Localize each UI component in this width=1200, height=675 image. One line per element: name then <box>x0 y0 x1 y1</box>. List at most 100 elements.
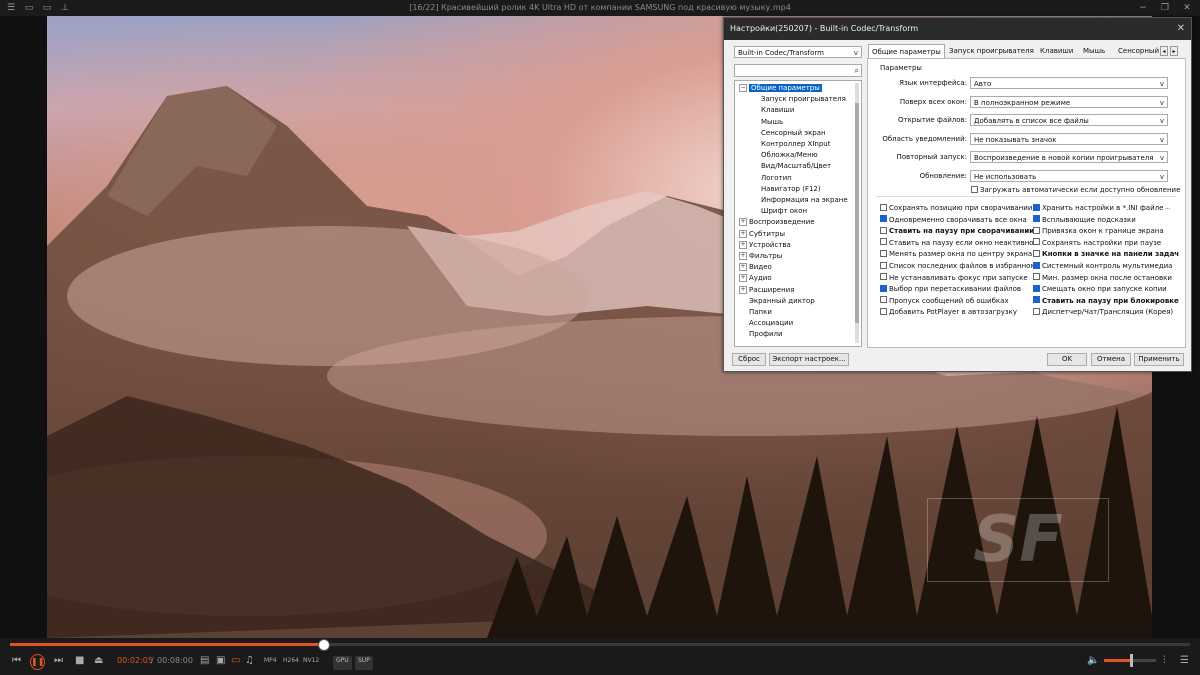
tab-touch[interactable]: Сенсорный <box>1115 44 1162 58</box>
option-checkbox[interactable]: Не устанавливать фокус при запуске <box>880 273 1028 283</box>
tree-item[interactable]: Запуск проигрывателя <box>761 94 846 105</box>
volume-icon[interactable]: 🔈 <box>1087 654 1099 668</box>
expand-icon[interactable]: + <box>739 285 747 294</box>
field-select[interactable]: Не использовать v <box>970 170 1168 182</box>
sup-badge[interactable]: SUP <box>355 656 373 670</box>
tree-item[interactable]: + Аудио <box>739 273 772 284</box>
tree-item[interactable]: Логотип <box>761 173 792 184</box>
tree-item[interactable]: Экранный диктор <box>739 296 815 307</box>
checkbox-box[interactable] <box>880 284 887 292</box>
option-checkbox[interactable]: Добавить PotPlayer в автозагрузку <box>880 307 1017 317</box>
checkbox-box[interactable] <box>1033 273 1040 281</box>
tree-scrollbar[interactable] <box>855 83 859 343</box>
expand-icon[interactable]: + <box>739 263 747 272</box>
field-select[interactable]: В полноэкранном режиме v <box>970 95 1168 108</box>
checkbox-box[interactable] <box>880 296 887 304</box>
minimize-icon[interactable]: − <box>1138 3 1148 13</box>
option-checkbox[interactable]: Ставить на паузу при блокировке <box>1033 296 1179 306</box>
tree-item[interactable]: + Воспроизведение <box>739 217 815 228</box>
subtitle-icon[interactable]: ▭ <box>231 654 240 668</box>
tab-keys[interactable]: Клавиши <box>1037 44 1076 58</box>
export-settings-button[interactable]: Экспорт настроек... <box>769 353 849 366</box>
tab-mouse[interactable]: Мышь <box>1080 44 1108 58</box>
checkbox-box[interactable] <box>1033 307 1040 315</box>
checkbox-box[interactable] <box>1033 284 1040 292</box>
tree-item[interactable]: − Общие параметры <box>739 83 822 94</box>
checkbox-box[interactable] <box>880 238 887 246</box>
checkbox-box[interactable] <box>880 249 887 257</box>
next-icon[interactable]: ⏭ <box>54 654 63 668</box>
option-checkbox[interactable]: Ставить на паузу если окно неактивно <box>880 238 1034 248</box>
3d-icon[interactable]: ▣ <box>216 654 225 668</box>
checkbox-box[interactable] <box>880 261 887 269</box>
dialog-close-icon[interactable]: ✕ <box>1177 18 1185 40</box>
expand-icon[interactable]: + <box>739 229 747 238</box>
tree-item[interactable]: + Расширения <box>739 285 794 296</box>
restore-icon[interactable]: ❐ <box>1160 3 1170 13</box>
close-icon[interactable]: ✕ <box>1182 3 1192 13</box>
checkbox-box[interactable] <box>1033 215 1040 223</box>
option-checkbox[interactable]: Сохранять настройки при паузе <box>1033 238 1161 248</box>
field-select[interactable]: Не показывать значок v <box>970 132 1168 145</box>
tree-item[interactable]: + Субтитры <box>739 229 785 240</box>
tab-player-launch[interactable]: Запуск проигрывателя <box>946 44 1037 58</box>
settings-menu-icon[interactable]: ☰ <box>1180 654 1189 668</box>
tree-item[interactable]: Мышь <box>761 117 783 128</box>
gpu-badge[interactable]: GPU <box>333 656 352 670</box>
field-select[interactable]: Авто v <box>970 77 1168 89</box>
expand-icon[interactable]: + <box>739 218 747 227</box>
tree-item[interactable]: Шрифт окон <box>761 206 807 217</box>
equalizer-icon[interactable]: ⫶ <box>1163 654 1166 668</box>
checkbox-box[interactable] <box>880 203 887 211</box>
option-checkbox[interactable]: Одновременно сворачивать все окна <box>880 215 1027 225</box>
checkbox-box[interactable] <box>880 226 887 234</box>
checkbox-box[interactable] <box>1033 203 1040 211</box>
tree-item[interactable]: Клавиши <box>761 105 794 116</box>
option-checkbox[interactable]: Всплывающие подсказки <box>1033 215 1136 225</box>
option-checkbox[interactable]: Привязка окон к границе экрана <box>1033 226 1164 236</box>
stop-icon[interactable]: ■ <box>75 654 84 668</box>
eject-icon[interactable]: ⏏ <box>94 654 103 668</box>
checkbox-box[interactable] <box>1033 261 1040 269</box>
field-select[interactable]: Воспроизведение в новой копии проигрыват… <box>970 151 1168 164</box>
seek-bar[interactable] <box>10 639 1190 651</box>
tree-item[interactable]: Обложка/Меню <box>761 150 818 161</box>
playlist-icon[interactable]: ▤ <box>200 654 209 668</box>
auto-update-checkbox[interactable]: Загружать автоматически если доступно об… <box>971 185 1180 195</box>
expand-icon[interactable]: + <box>739 252 747 260</box>
tab-prev-button[interactable]: ◂ <box>1160 46 1168 56</box>
option-checkbox[interactable]: Пропуск сообщений об ошибках <box>880 296 1009 306</box>
checkbox-box[interactable] <box>971 185 978 193</box>
tree-item[interactable]: + Устройства <box>739 240 791 251</box>
search-icon[interactable]: ⌕ <box>855 65 859 77</box>
tab-general[interactable]: Общие параметры <box>868 44 945 58</box>
cancel-button[interactable]: Отмена <box>1091 353 1131 366</box>
tab-next-button[interactable]: ▸ <box>1170 46 1178 56</box>
tree-item[interactable]: Сенсорный экран <box>761 128 826 139</box>
profile-select[interactable]: Built-in Codec/Transform v <box>734 46 862 58</box>
tree-item[interactable]: Папки <box>739 307 772 318</box>
seek-knob[interactable] <box>317 639 330 651</box>
ok-button[interactable]: OK <box>1047 353 1087 366</box>
tree-scrollbar-thumb[interactable] <box>855 103 859 323</box>
volume-slider[interactable] <box>1104 654 1156 667</box>
tree-item[interactable]: Навигатор (F12) <box>761 184 821 195</box>
option-checkbox[interactable]: Ставить на паузу при сворачивании <box>880 226 1034 236</box>
checkbox-box[interactable] <box>1033 249 1040 257</box>
checkbox-box[interactable] <box>880 307 887 315</box>
option-checkbox[interactable]: Диспетчер/Чат/Трансляция (Корея) <box>1033 307 1173 317</box>
option-checkbox[interactable]: Хранить настройки в *.INI файле <box>1033 203 1163 213</box>
option-checkbox[interactable]: Кнопки в значке на панели задач <box>1033 249 1179 259</box>
tree-item[interactable]: + Видео <box>739 262 772 273</box>
collapse-icon[interactable]: − <box>739 84 747 92</box>
apply-button[interactable]: Применить <box>1134 353 1184 366</box>
reset-button[interactable]: Сброс <box>732 353 766 366</box>
option-checkbox[interactable]: Менять размер окна по центру экрана <box>880 249 1032 259</box>
expand-icon[interactable]: + <box>739 274 747 283</box>
volume-knob[interactable] <box>1130 654 1134 667</box>
tree-item[interactable]: + Фильтры <box>739 251 782 262</box>
expand-icon[interactable]: + <box>739 240 747 249</box>
tree-item[interactable]: Ассоциации <box>739 318 793 329</box>
checkbox-box[interactable] <box>880 273 887 281</box>
option-checkbox[interactable]: Системный контроль мультимедиа <box>1033 261 1172 271</box>
